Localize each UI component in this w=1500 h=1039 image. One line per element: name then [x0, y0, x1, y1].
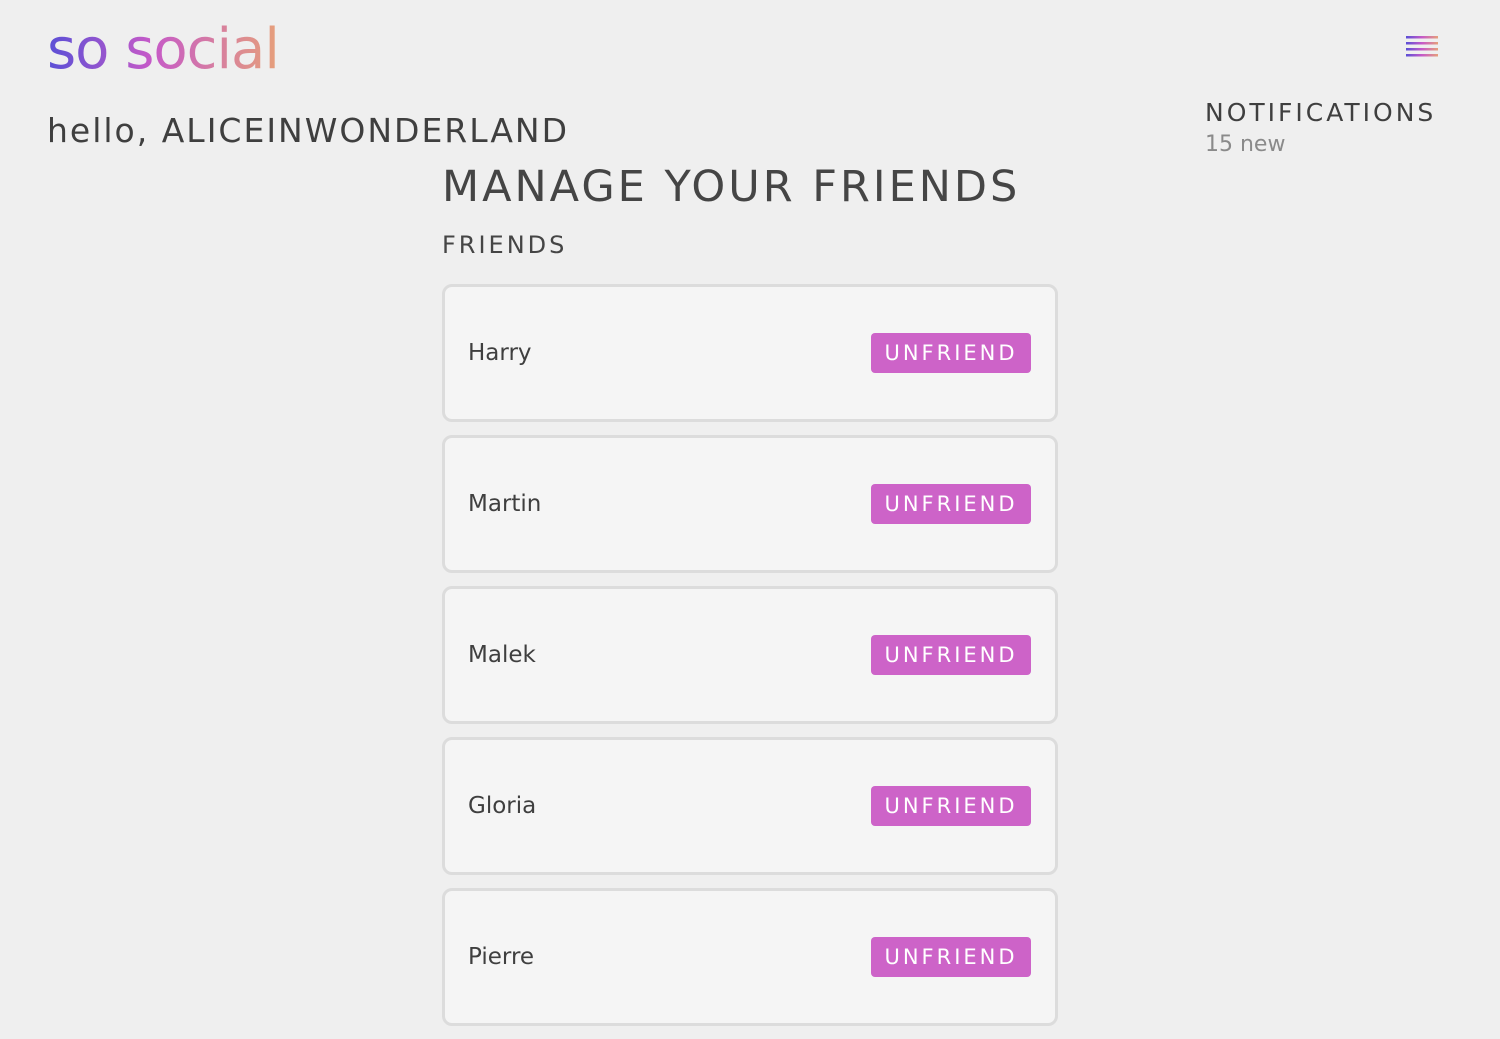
notifications-count: 15 new	[1205, 132, 1286, 157]
friend-card: Malek UNFRIEND	[442, 586, 1058, 724]
friend-card: Harry UNFRIEND	[442, 284, 1058, 422]
hamburger-menu-icon[interactable]	[1405, 34, 1439, 60]
page-title: MANAGE YOUR FRIENDS	[442, 162, 1021, 212]
greeting: hello, ALICEINWONDERLAND	[47, 108, 569, 154]
greeting-prefix: hello,	[47, 111, 150, 150]
friend-name: Gloria	[468, 793, 537, 819]
friend-card: Pierre UNFRIEND	[442, 888, 1058, 1026]
friend-name: Pierre	[468, 944, 535, 970]
friends-section-title: FRIENDS	[442, 231, 568, 259]
friend-name: Martin	[468, 491, 542, 517]
friend-name: Malek	[468, 642, 536, 668]
friend-name: Harry	[468, 340, 532, 366]
unfriend-button[interactable]: UNFRIEND	[871, 484, 1031, 524]
friend-card: Martin UNFRIEND	[442, 435, 1058, 573]
greeting-username: ALICEINWONDERLAND	[161, 111, 570, 150]
unfriend-button[interactable]: UNFRIEND	[871, 333, 1031, 373]
app-logo[interactable]: so social	[47, 14, 280, 86]
unfriend-button[interactable]: UNFRIEND	[871, 937, 1031, 977]
friends-list: Harry UNFRIEND Martin UNFRIEND Malek UNF…	[442, 284, 1058, 1039]
unfriend-button[interactable]: UNFRIEND	[871, 786, 1031, 826]
friend-card: Gloria UNFRIEND	[442, 737, 1058, 875]
unfriend-button[interactable]: UNFRIEND	[871, 635, 1031, 675]
notifications-title[interactable]: NOTIFICATIONS	[1205, 96, 1475, 130]
notifications-panel[interactable]: NOTIFICATIONS 15 new	[1205, 96, 1475, 160]
